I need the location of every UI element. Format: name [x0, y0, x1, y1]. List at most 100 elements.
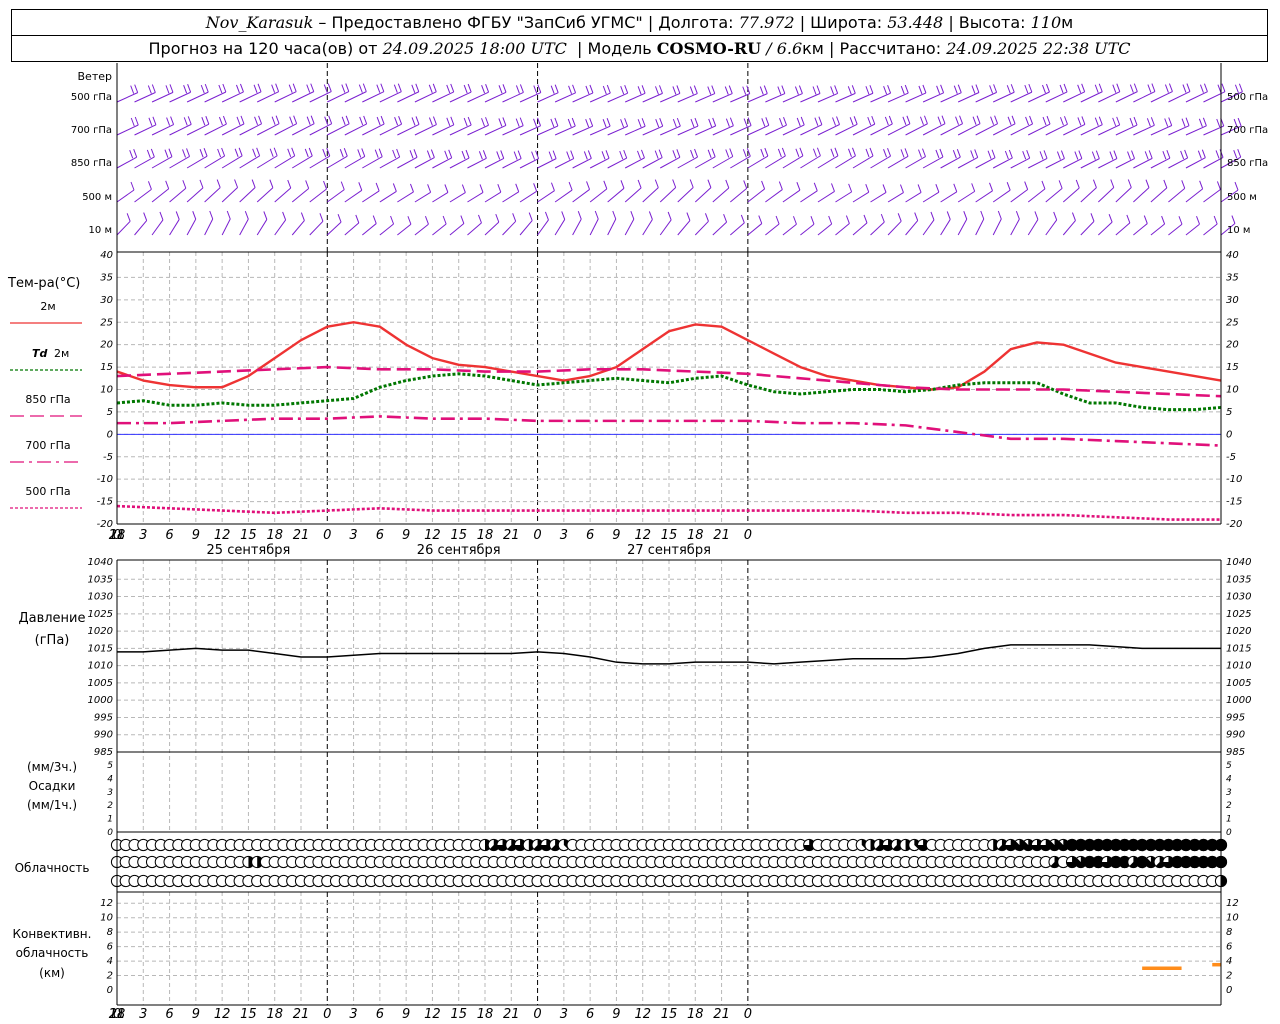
wind-barb-feather [952, 150, 957, 159]
wind-barb-feather [676, 117, 681, 127]
y-tick-right: 12 [1226, 898, 1239, 909]
wind-barb [1168, 223, 1183, 236]
wind-barb-feather [392, 149, 397, 159]
wind-barb-feather [289, 116, 294, 125]
wind-barb [309, 155, 331, 169]
wind-barb-feather [764, 147, 769, 157]
wind-barb [169, 155, 190, 169]
wind-barb-feather [361, 148, 366, 157]
legend-label: 700 гПа [25, 439, 70, 452]
wind-barb-feather [810, 216, 815, 225]
wind-barb [695, 156, 716, 169]
wind-barb [1010, 157, 1030, 169]
y-tick-right: 990 [1226, 730, 1245, 741]
wind-barb-feather [1181, 180, 1186, 189]
wind-barb-feather [1094, 117, 1099, 126]
wind-barb-feather [816, 147, 821, 156]
y-tick-left: 1015 [88, 643, 113, 654]
wind-barb [659, 156, 681, 169]
wind-barb-feather [442, 215, 447, 225]
wind-barb-feather [305, 180, 310, 189]
wind-barb-feather [1178, 216, 1183, 225]
wind-barb [467, 124, 489, 136]
wind-barb-feather [974, 149, 979, 158]
wind-barb-feather [743, 180, 748, 189]
wind-title: Ветер [78, 70, 112, 83]
wind-barb-feather [1133, 116, 1138, 126]
wind-barb [554, 189, 573, 203]
x-tick-label: 6 [586, 1007, 594, 1022]
wind-barb-feather [781, 147, 786, 157]
wind-barb [905, 192, 922, 203]
wind-barb-feather [971, 183, 976, 192]
wind-barb-feather [256, 147, 261, 156]
wind-barb-feather [183, 117, 188, 126]
wind-barb [1045, 123, 1068, 136]
wind-barb [397, 223, 412, 236]
wind-barb [344, 222, 360, 236]
wind-barb-feather [222, 83, 227, 93]
wind-barb-feather [940, 84, 945, 93]
wind-barb [554, 219, 566, 236]
wind-barb-feather [1133, 83, 1138, 92]
wind-barb [309, 91, 332, 103]
wind-barb-feather [888, 115, 893, 125]
y-tick-left: -20 [97, 519, 113, 530]
wind-barb [730, 93, 750, 103]
wind-barb [1115, 222, 1131, 236]
wind-barb [677, 187, 694, 203]
wind-barb [379, 223, 394, 236]
wind-barb-feather [166, 117, 171, 126]
wind-barb-feather [711, 85, 716, 94]
wind-barb-feather [1145, 179, 1150, 188]
y-tick-left: 1030 [88, 592, 113, 603]
wind-barb [1027, 219, 1039, 236]
wind-barb-feather [1110, 179, 1115, 188]
y-tick-left: 40 [100, 250, 113, 261]
y-tick-left: 1020 [88, 626, 113, 637]
wind-barb-feather [291, 147, 296, 156]
wind-barb-feather [792, 216, 797, 225]
wind-barb-feather [1077, 84, 1082, 93]
wind-barb [1168, 187, 1186, 203]
wind-barb-feather [446, 117, 451, 126]
wind-barb [800, 223, 815, 236]
wind-barb [800, 190, 818, 203]
wind-barb-feather [765, 117, 770, 126]
wind-barb [221, 91, 244, 103]
wind-barb [362, 123, 385, 136]
wind-barb-feather [935, 149, 940, 159]
wind-barb-feather [515, 118, 520, 127]
wind-barb-feather [1164, 118, 1169, 127]
wind-barb-feather [275, 83, 280, 92]
wind-barb [694, 187, 712, 203]
wind-barb-feather [355, 214, 360, 224]
wind-barb-feather [1006, 181, 1011, 191]
wind-barb [1115, 91, 1138, 103]
wind-barb [1063, 158, 1083, 169]
wind-barb-feather [623, 149, 628, 159]
wind-barb-feather [1025, 116, 1030, 126]
y-tick-right: 20 [1226, 340, 1239, 351]
wind-barb-feather [830, 148, 835, 157]
wind-barb-feather [917, 184, 922, 193]
wind-barb-feather [930, 211, 935, 221]
wind-barb [957, 157, 978, 169]
wind-barb [887, 155, 909, 169]
y-tick-right: 1025 [1226, 609, 1251, 620]
wind-barb-feather [1196, 216, 1200, 225]
y-tick-left: 0 [107, 429, 113, 440]
wind-barb-feather [1007, 116, 1012, 125]
wind-barb-feather [411, 117, 416, 126]
wind-barb-feather [481, 118, 485, 127]
wind-barb [957, 123, 981, 136]
wind-barb [1010, 189, 1028, 203]
wind-barb [379, 91, 402, 103]
wind-barb-feather [708, 118, 713, 128]
wind-barb [484, 221, 500, 236]
wind-barb [449, 124, 472, 136]
wind-barb-feather [707, 179, 712, 188]
wind-barb [887, 192, 904, 203]
x-tick-label: 12 [634, 1007, 651, 1022]
wind-barb-feather [1043, 150, 1048, 159]
